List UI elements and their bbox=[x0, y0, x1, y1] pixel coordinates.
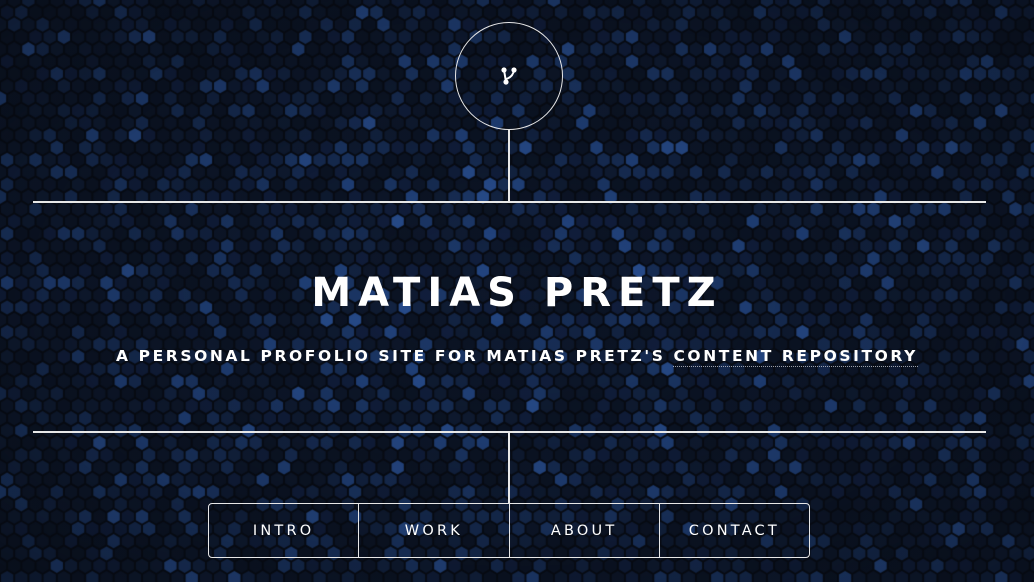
git-fork-icon bbox=[501, 67, 517, 85]
main-nav: INTRO WORK ABOUT CONTACT bbox=[208, 503, 810, 558]
nav-about[interactable]: ABOUT bbox=[508, 504, 659, 557]
page-title: MATIAS PRETZ bbox=[311, 270, 723, 316]
top-connector-line bbox=[508, 130, 510, 202]
page-subtitle: A PERSONAL PROFOLIO SITE FOR MATIAS PRET… bbox=[0, 343, 1034, 369]
content-repository-link[interactable]: CONTENT REPOSITORY bbox=[673, 347, 918, 367]
bottom-divider bbox=[33, 431, 986, 433]
logo[interactable] bbox=[455, 22, 563, 130]
site-header: MATIAS PRETZ A PERSONAL PROFOLIO SITE FO… bbox=[0, 0, 1034, 582]
nav-intro[interactable]: INTRO bbox=[209, 504, 358, 557]
top-divider bbox=[33, 201, 986, 203]
nav-contact[interactable]: CONTACT bbox=[658, 504, 809, 557]
bottom-connector-line bbox=[508, 432, 510, 503]
nav-work[interactable]: WORK bbox=[358, 504, 508, 557]
subtitle-text: A PERSONAL PROFOLIO SITE FOR MATIAS PRET… bbox=[116, 347, 674, 365]
